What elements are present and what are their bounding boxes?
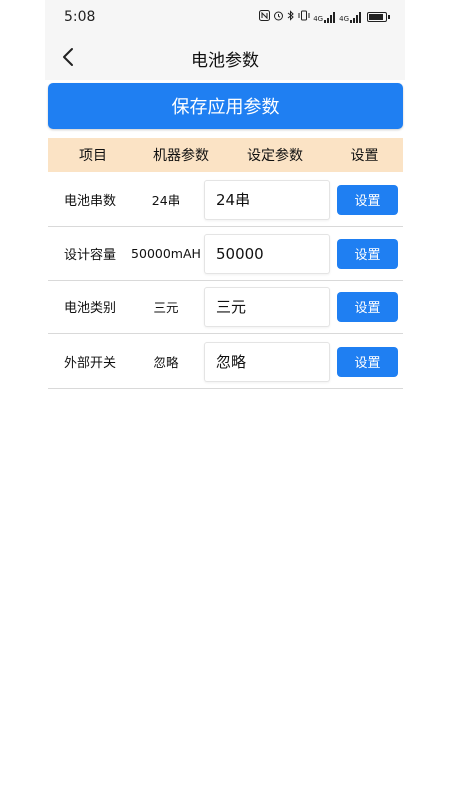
table-header: 项目 机器参数 设定参数 设置 xyxy=(48,138,403,172)
table-row: 电池串数 24串 24串 设置 xyxy=(48,173,403,227)
column-header-item: 项目 xyxy=(79,148,107,164)
machine-value: 24串 xyxy=(151,193,181,208)
column-header-machine: 机器参数 xyxy=(153,148,209,164)
table-row: 电池类别 三元 三元 设置 xyxy=(48,280,403,334)
column-header-setting: 设定参数 xyxy=(247,148,303,164)
save-apply-button[interactable]: 保存应用参数 xyxy=(48,83,403,129)
bluetooth-icon xyxy=(287,10,295,24)
row-label: 设计容量 xyxy=(64,248,117,263)
screen: 5:08 4G 4G 电池参数 保存应用参数 项目 机器参数 设定参数 设置 电… xyxy=(0,0,450,800)
set-button[interactable]: 设置 xyxy=(337,238,398,269)
set-button[interactable]: 设置 xyxy=(337,346,398,377)
alarm-icon xyxy=(273,10,284,24)
status-icons: 4G 4G xyxy=(259,10,390,24)
status-time: 5:08 xyxy=(64,9,96,25)
machine-value: 忽略 xyxy=(153,355,179,370)
table-row: 外部开关 忽略 忽略 设置 xyxy=(48,335,403,389)
vibrate-icon xyxy=(298,10,310,24)
row-label: 电池类别 xyxy=(64,301,117,316)
setting-input[interactable]: 24串 xyxy=(204,179,330,220)
row-label: 电池串数 xyxy=(64,194,117,209)
4g-signal-icon: 4G xyxy=(313,11,336,23)
setting-input[interactable]: 忽略 xyxy=(204,341,330,382)
set-button[interactable]: 设置 xyxy=(337,291,398,322)
4g-signal-icon: 4G xyxy=(339,11,362,23)
set-button[interactable]: 设置 xyxy=(337,184,398,215)
table-row: 设计容量 50000mAH 50000 设置 xyxy=(48,227,403,281)
network-type-label: 4G xyxy=(339,14,349,23)
nfc-icon xyxy=(259,10,271,24)
page-title: 电池参数 xyxy=(191,51,259,71)
status-bar: 5:08 4G 4G xyxy=(45,0,405,34)
setting-input[interactable]: 三元 xyxy=(204,286,330,327)
machine-value: 三元 xyxy=(153,300,179,315)
battery-charging-icon xyxy=(367,12,390,22)
column-header-action: 设置 xyxy=(350,148,379,164)
title-bar: 电池参数 xyxy=(45,34,405,80)
setting-input[interactable]: 50000 xyxy=(204,233,330,274)
network-type-label: 4G xyxy=(313,14,324,23)
machine-value: 50000mAH xyxy=(131,246,201,261)
row-label: 外部开关 xyxy=(64,356,117,371)
